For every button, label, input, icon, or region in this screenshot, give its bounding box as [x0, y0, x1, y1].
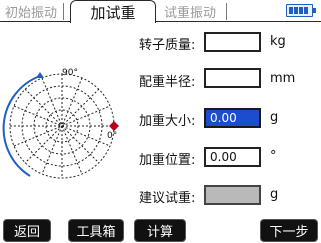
weight-size-label: 加重大小: [139, 114, 196, 129]
balance-radius-label: 配重半径: [139, 75, 196, 90]
battery-tip [313, 8, 316, 13]
rotor-mass-label: 转子质量: [139, 38, 196, 53]
tab-underline [156, 21, 321, 22]
tab-bar: 初始振动 加试重 试重振动 [0, 0, 321, 23]
tab-underline [0, 21, 70, 22]
tab-add-trial-weight[interactable]: 加试重 [70, 0, 156, 23]
weight-position-unit: ° [270, 149, 277, 164]
next-button[interactable]: 下一步 [260, 219, 318, 242]
tab-initial-vibration[interactable]: 初始振动 [0, 1, 62, 21]
tab-divider [226, 3, 227, 20]
tab-trial-weight-vibration[interactable]: 试重振动 [158, 1, 222, 21]
balance-radius-unit: mm [270, 71, 296, 86]
angle-label-0: 0° [107, 131, 118, 141]
balance-radius-input[interactable] [204, 68, 261, 88]
position-marker-icon [109, 121, 119, 131]
suggested-weight-unit: g [270, 187, 279, 202]
rotor-mass-input[interactable] [204, 32, 261, 52]
polar-plot [2, 72, 119, 179]
toolbox-button[interactable]: 工具箱 [68, 219, 124, 242]
battery-icon [286, 4, 313, 17]
back-button[interactable]: 返回 [3, 219, 51, 242]
tab-divider [63, 3, 64, 20]
weight-size-unit: g [270, 110, 279, 125]
weight-position-input[interactable]: 0.00 [204, 147, 261, 167]
suggested-weight-field [204, 185, 261, 205]
suggested-weight-label: 建议试重: [139, 191, 196, 206]
rotor-mass-unit: kg [270, 34, 286, 49]
weight-position-label: 加重位置: [139, 153, 196, 168]
calculate-button[interactable]: 计算 [134, 219, 186, 242]
rotation-arrow-head [36, 72, 44, 78]
angle-label-90: 90° [62, 68, 78, 78]
weight-size-input[interactable]: 0.00 [204, 108, 261, 128]
